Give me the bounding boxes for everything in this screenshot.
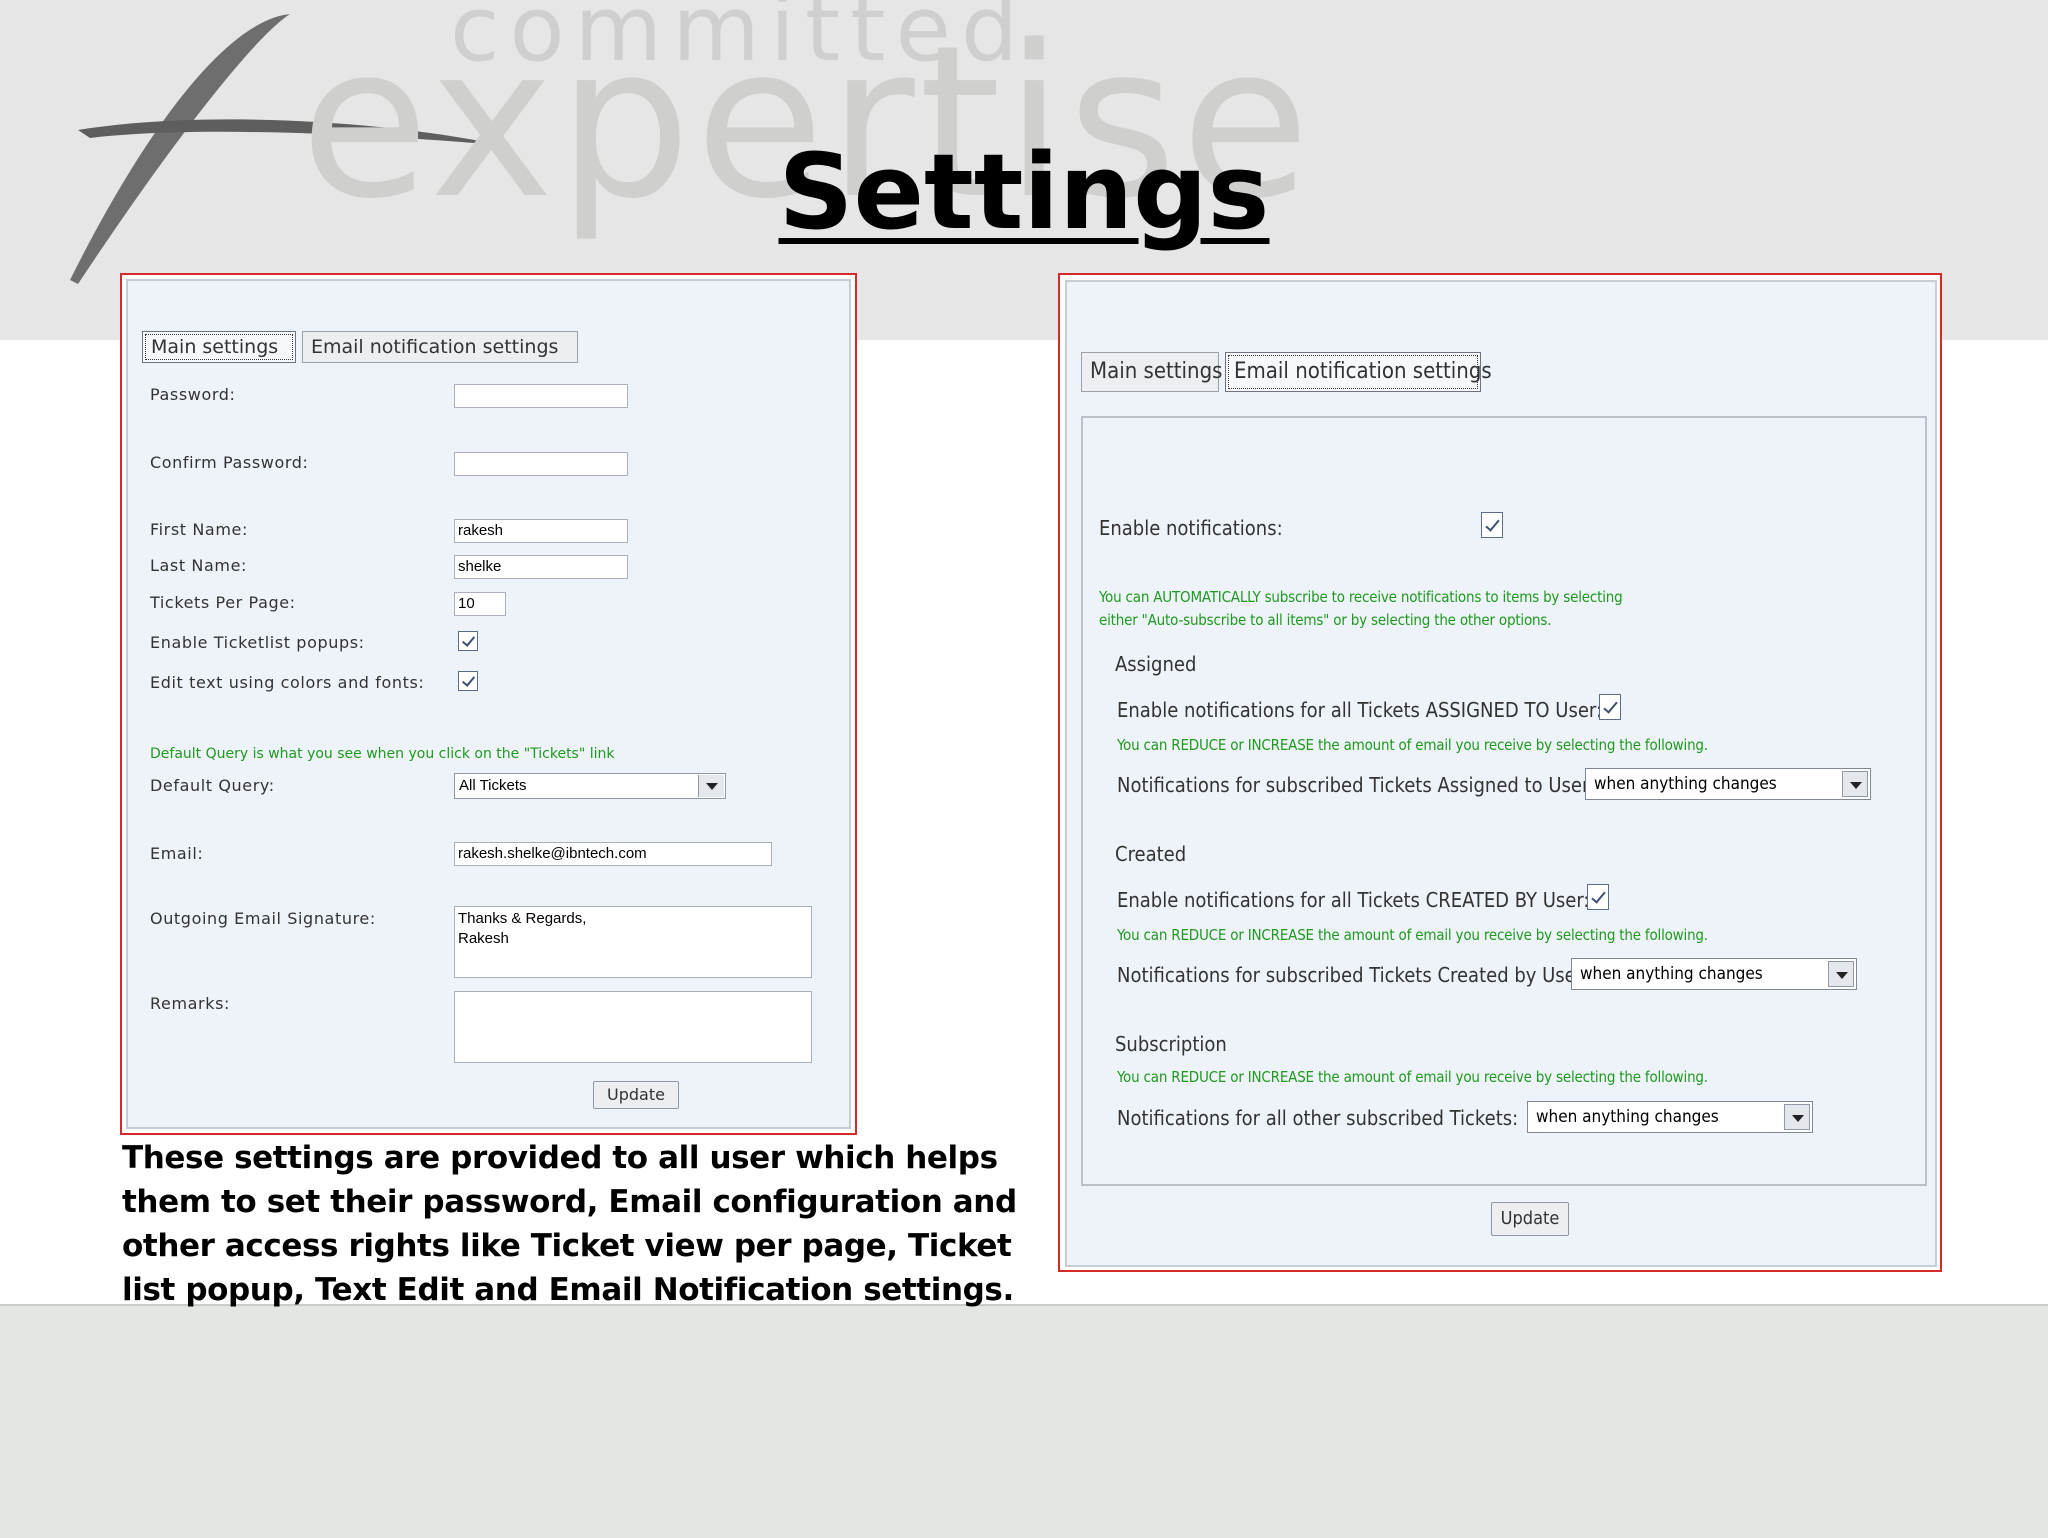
update-button[interactable]: Update — [593, 1081, 679, 1109]
main-settings-screenshot: Main settings Email notification setting… — [120, 273, 857, 1135]
assigned-select-value: when anything changes — [1594, 774, 1777, 794]
assigned-enable-checkbox[interactable] — [1599, 694, 1621, 720]
created-hint: You can REDUCE or INCREASE the amount of… — [1117, 926, 1708, 944]
email-notification-panel: Main settings Email notification setting… — [1065, 280, 1937, 1267]
tab-email-notification-settings[interactable]: Email notification settings — [302, 331, 578, 363]
subscription-hint: You can REDUCE or INCREASE the amount of… — [1117, 1068, 1708, 1086]
chevron-down-icon — [698, 775, 724, 797]
update-button[interactable]: Update — [1491, 1202, 1569, 1236]
remarks-label: Remarks: — [150, 994, 231, 1013]
tab-main-settings[interactable]: Main settings — [142, 331, 296, 363]
tab-main-settings[interactable]: Main settings — [1081, 352, 1222, 392]
auto-subscribe-hint-line-2: either "Auto-subscribe to all items" or … — [1099, 611, 1552, 629]
chevron-down-icon — [1842, 771, 1868, 797]
tickets-per-page-field[interactable]: 10 — [454, 592, 506, 616]
enable-ticketlist-popups-label: Enable Ticketlist popups: — [150, 633, 365, 652]
signature-label: Outgoing Email Signature: — [150, 909, 376, 928]
edit-text-colors-label: Edit text using colors and fonts: — [150, 673, 425, 692]
chevron-down-icon — [1784, 1104, 1810, 1130]
tickets-per-page-label: Tickets Per Page: — [150, 593, 296, 612]
created-select-label: Notifications for subscribed Tickets Cre… — [1117, 963, 1589, 987]
subscription-notifications-select[interactable]: when anything changes — [1527, 1101, 1813, 1133]
tab-email-notification-settings[interactable]: Email notification settings — [1225, 352, 1492, 392]
created-heading: Created — [1115, 842, 1187, 866]
enable-notifications-checkbox[interactable] — [1481, 512, 1503, 538]
password-field[interactable] — [454, 384, 628, 408]
signature-textarea[interactable]: Thanks & Regards, Rakesh — [454, 906, 812, 978]
first-name-label: First Name: — [150, 520, 248, 539]
default-query-label: Default Query: — [150, 776, 275, 795]
last-name-label: Last Name: — [150, 556, 248, 575]
default-query-select[interactable]: All Tickets — [454, 773, 726, 799]
password-label: Password: — [150, 385, 236, 404]
last-name-field[interactable]: shelke — [454, 555, 628, 579]
enable-notifications-label: Enable notifications: — [1099, 516, 1283, 540]
assigned-select-label: Notifications for subscribed Tickets Ass… — [1117, 773, 1596, 797]
assigned-hint: You can REDUCE or INCREASE the amount of… — [1117, 736, 1708, 754]
confirm-password-field[interactable] — [454, 452, 628, 476]
main-settings-panel: Main settings Email notification setting… — [126, 279, 851, 1129]
created-notifications-select[interactable]: when anything changes — [1571, 958, 1857, 990]
created-enable-label: Enable notifications for all Tickets CRE… — [1117, 888, 1590, 912]
enable-ticketlist-popups-checkbox[interactable] — [458, 631, 478, 651]
page-title: Settings — [778, 131, 1270, 253]
subscription-select-label: Notifications for all other subscribed T… — [1117, 1106, 1519, 1130]
edit-text-colors-checkbox[interactable] — [458, 671, 478, 691]
email-field[interactable]: rakesh.shelke@ibntech.com — [454, 842, 772, 866]
subscription-select-value: when anything changes — [1536, 1107, 1719, 1127]
remarks-textarea[interactable] — [454, 991, 812, 1063]
footer-band — [0, 1304, 2048, 1538]
assigned-notifications-select[interactable]: when anything changes — [1585, 768, 1871, 800]
default-query-value: All Tickets — [459, 777, 527, 794]
email-notification-screenshot: Main settings Email notification setting… — [1058, 273, 1942, 1272]
created-enable-checkbox[interactable] — [1587, 884, 1609, 910]
notification-settings-box: Enable notifications: You can AUTOMATICA… — [1081, 416, 1927, 1186]
email-label: Email: — [150, 844, 204, 863]
assigned-enable-label: Enable notifications for all Tickets ASS… — [1117, 698, 1603, 722]
confirm-password-label: Confirm Password: — [150, 453, 309, 472]
first-name-field[interactable]: rakesh — [454, 519, 628, 543]
slide-caption: These settings are provided to all user … — [122, 1140, 1017, 1308]
auto-subscribe-hint-line-1: You can AUTOMATICALLY subscribe to recei… — [1099, 588, 1623, 606]
subscription-heading: Subscription — [1115, 1032, 1227, 1056]
chevron-down-icon — [1828, 961, 1854, 987]
default-query-hint: Default Query is what you see when you c… — [150, 746, 615, 762]
assigned-heading: Assigned — [1115, 652, 1197, 676]
created-select-value: when anything changes — [1580, 964, 1763, 984]
